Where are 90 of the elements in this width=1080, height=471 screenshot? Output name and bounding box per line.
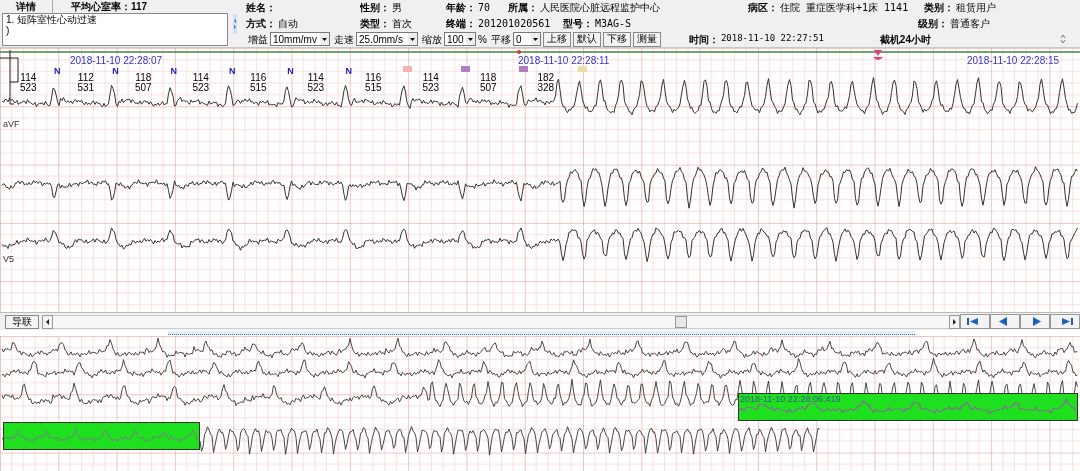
field-label: 方式：: [246, 17, 276, 31]
caret-icon[interactable]: [408, 33, 417, 46]
beat-label: N: [228, 65, 236, 78]
range-bar[interactable]: [168, 331, 915, 335]
heart-rate: 112: [77, 73, 94, 83]
field-value: 住院 重症医学科+1床 1141: [780, 1, 909, 16]
first-page-icon[interactable]: [960, 314, 990, 329]
timestamp: 2018-11-10 22:28:15: [967, 54, 1060, 68]
dropdown[interactable]: 10mm/mv: [270, 32, 330, 47]
heart-rate: 116: [365, 73, 382, 83]
heart-rate: 114: [307, 73, 324, 83]
unit-label: %: [478, 32, 487, 47]
beat-label: N: [54, 65, 61, 78]
field-value: 男: [392, 1, 402, 16]
heart-rate: 114: [422, 73, 439, 83]
rr-interval: 523: [20, 83, 37, 93]
field-label: 类别：: [924, 1, 954, 16]
record-mode: 截机24小时: [879, 32, 931, 47]
field-label: 型号：: [563, 17, 593, 31]
field-value: 201201020561: [478, 17, 551, 31]
splitter-handle-icon[interactable]: [233, 13, 237, 34]
field-value: 普通客户: [950, 17, 990, 31]
rr-interval: 531: [77, 83, 95, 93]
field-value: M3AG-S: [595, 17, 632, 31]
beat-label: N: [287, 65, 294, 78]
scroll-left-icon[interactable]: [42, 314, 53, 329]
field-label: 类型：: [360, 17, 390, 31]
time-label: 时间：: [688, 32, 719, 47]
lead-label: aVF: [3, 118, 20, 131]
lead-label: V5: [3, 253, 14, 266]
toolbar-button[interactable]: 测量: [632, 31, 661, 47]
scroll-arrows-icon[interactable]: [1060, 34, 1066, 45]
rr-interval: 507: [480, 83, 497, 93]
previous-icon[interactable]: [990, 314, 1020, 329]
control-label: 增益: [248, 32, 268, 47]
dropdown[interactable]: 100: [444, 32, 476, 47]
toolbar-button[interactable]: 上移: [542, 31, 571, 47]
highlight-timestamp: 2018-11-10 22:28:06:419: [740, 393, 841, 406]
diagnosis-line: ): [6, 25, 11, 36]
marker-dot: [517, 50, 521, 54]
field-label: 姓名：: [246, 1, 276, 16]
diagnosis-line: 1. 短阵室性心动过速: [6, 14, 99, 25]
heart-rate: 116: [250, 73, 267, 83]
control-label: 缩放: [422, 32, 442, 47]
beat-label: N: [345, 65, 352, 78]
lead-button[interactable]: 导联: [5, 314, 39, 329]
rr-interval: 523: [192, 83, 210, 93]
time-value: 2018-11-10 22:27:51: [720, 32, 824, 46]
caret-icon[interactable]: [466, 33, 475, 46]
field-label: 所属：: [508, 1, 538, 16]
rr-interval: 328: [537, 83, 555, 93]
field-value: 70: [478, 1, 491, 16]
dropdown[interactable]: 0: [512, 32, 541, 47]
control-label: 走速: [334, 32, 354, 47]
field-label: 病区：: [748, 1, 778, 16]
scroll-right-icon[interactable]: [949, 314, 960, 329]
caret-icon[interactable]: [530, 33, 540, 46]
heart-rate: 114: [192, 73, 209, 83]
heart-rate: 182: [537, 73, 555, 83]
timestamp: 2018-11-10 22:28:07: [70, 54, 163, 68]
dropdown[interactable]: 25.0mm/s: [356, 32, 418, 47]
pin-marker: [873, 50, 883, 60]
caret-icon[interactable]: [320, 33, 329, 46]
last-page-icon[interactable]: [1050, 314, 1080, 329]
beat-label: N: [170, 65, 178, 78]
heart-rate: 118: [135, 73, 152, 83]
timestamp: 2018-11-10 22:28:11: [518, 54, 610, 68]
field-value: 首次: [392, 17, 412, 31]
calibration-pulse: [0, 49, 19, 105]
rr-interval: 523: [307, 83, 325, 93]
field-label: 年龄：: [446, 1, 476, 16]
rr-interval: 515: [365, 83, 382, 93]
field-value: 租赁用户: [956, 1, 996, 16]
rr-interval: 515: [250, 83, 267, 93]
scrollbar-thumb[interactable]: [675, 315, 687, 328]
rr-interval: 523: [422, 83, 440, 93]
control-label: 平移: [490, 32, 511, 47]
toolbar-button[interactable]: 下移: [602, 31, 631, 47]
field-label: 性别：: [360, 1, 390, 16]
average-rate: 平均心室率：117: [71, 0, 148, 14]
heart-rate: 114: [20, 73, 37, 83]
next-icon[interactable]: [1020, 314, 1050, 329]
field-label: 终端：: [446, 17, 476, 31]
field-value: 人民医院心脏远程监护中心: [540, 1, 660, 16]
beat-label: N: [112, 65, 119, 78]
toolbar-button[interactable]: 默认: [572, 31, 601, 47]
rr-interval: 507: [135, 83, 152, 93]
field-value: 自动: [278, 17, 298, 31]
heart-rate: 118: [480, 73, 497, 83]
field-label: 级别：: [918, 17, 948, 31]
